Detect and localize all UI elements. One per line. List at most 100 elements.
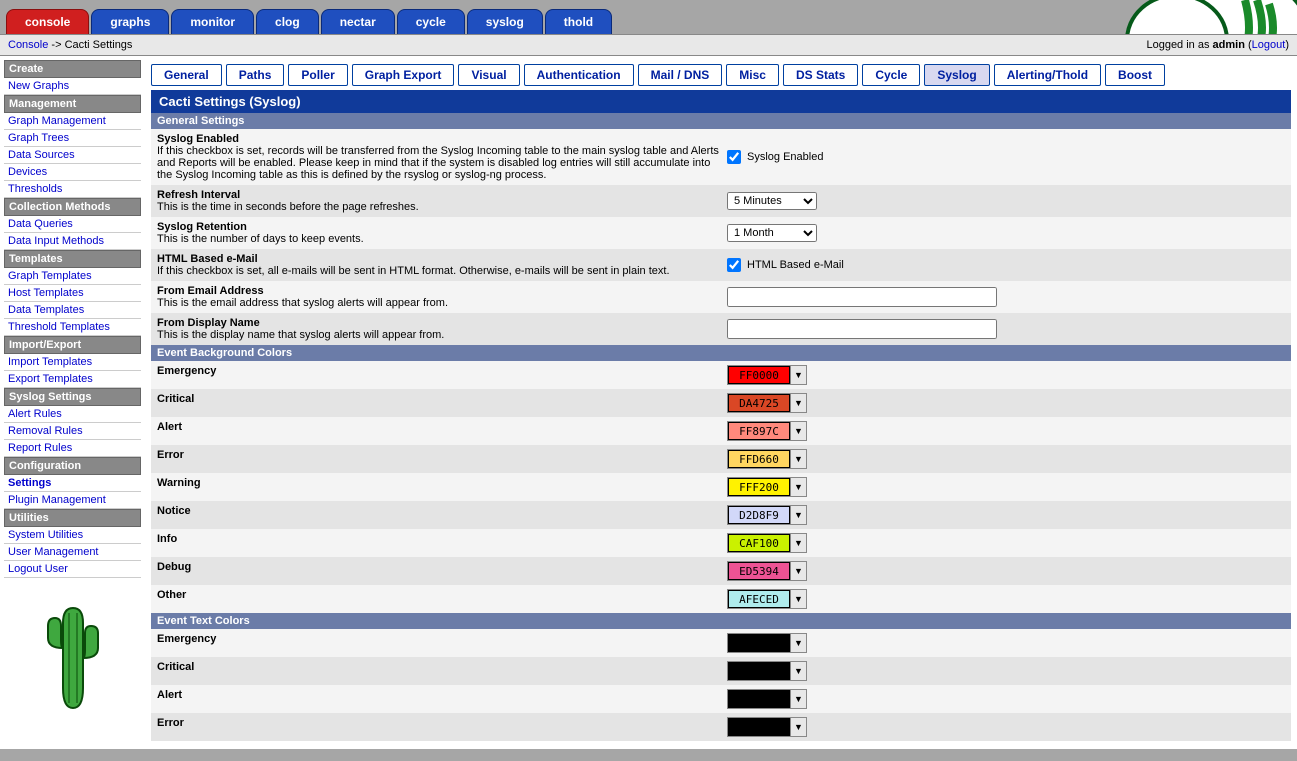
sidebar-link-user-management[interactable]: User Management bbox=[4, 544, 141, 561]
sidebar-link-data-queries[interactable]: Data Queries bbox=[4, 216, 141, 233]
sidebar-link-devices[interactable]: Devices bbox=[4, 164, 141, 181]
txtcolor-select-alert[interactable]: ▼ bbox=[727, 689, 807, 709]
txtcolor-select-error[interactable]: ▼ bbox=[727, 717, 807, 737]
sidebar-link-data-templates[interactable]: Data Templates bbox=[4, 302, 141, 319]
row-html-email: HTML Based e-MailIf this checkbox is set… bbox=[151, 249, 1291, 281]
sidebar-link-export-templates[interactable]: Export Templates bbox=[4, 371, 141, 388]
chevron-down-icon[interactable]: ▼ bbox=[790, 366, 806, 384]
chevron-down-icon[interactable]: ▼ bbox=[790, 422, 806, 440]
sub-tab-mail-dns[interactable]: Mail / DNS bbox=[638, 64, 723, 86]
cactus-logo bbox=[4, 598, 141, 721]
logout-link[interactable]: Logout bbox=[1252, 39, 1286, 51]
panel-title: Cacti Settings (Syslog) bbox=[151, 90, 1291, 113]
top-tab-nectar[interactable]: nectar bbox=[321, 9, 395, 34]
bgcolor-select-other[interactable]: AFECED▼ bbox=[727, 589, 807, 609]
sidebar-link-data-input-methods[interactable]: Data Input Methods bbox=[4, 233, 141, 250]
bgcolor-row-critical: CriticalDA4725▼ bbox=[151, 389, 1291, 417]
refresh-interval-select[interactable]: 5 Minutes bbox=[727, 192, 817, 210]
txtcolor-select-emergency[interactable]: ▼ bbox=[727, 633, 807, 653]
top-tab-clog[interactable]: clog bbox=[256, 9, 319, 34]
sidebar-link-graph-management[interactable]: Graph Management bbox=[4, 113, 141, 130]
chevron-down-icon[interactable]: ▼ bbox=[790, 690, 806, 708]
txtcolor-select-critical[interactable]: ▼ bbox=[727, 661, 807, 681]
sidebar-head-create: Create bbox=[4, 60, 141, 78]
sidebar-head-collection-methods: Collection Methods bbox=[4, 198, 141, 216]
sub-tab-ds-stats[interactable]: DS Stats bbox=[783, 64, 858, 86]
row-syslog-enabled: Syslog EnabledIf this checkbox is set, r… bbox=[151, 129, 1291, 185]
bgcolor-row-notice: NoticeD2D8F9▼ bbox=[151, 501, 1291, 529]
sub-tab-syslog[interactable]: Syslog bbox=[924, 64, 989, 86]
sidebar-link-logout-user[interactable]: Logout User bbox=[4, 561, 141, 578]
main-content: GeneralPathsPollerGraph ExportVisualAuth… bbox=[145, 56, 1297, 749]
sub-tab-authentication[interactable]: Authentication bbox=[524, 64, 634, 86]
sidebar-link-import-templates[interactable]: Import Templates bbox=[4, 354, 141, 371]
chevron-down-icon[interactable]: ▼ bbox=[790, 394, 806, 412]
bgcolor-row-emergency: EmergencyFF0000▼ bbox=[151, 361, 1291, 389]
chevron-down-icon[interactable]: ▼ bbox=[790, 478, 806, 496]
top-tab-cycle[interactable]: cycle bbox=[397, 9, 465, 34]
bgcolor-row-info: InfoCAF100▼ bbox=[151, 529, 1291, 557]
chevron-down-icon[interactable]: ▼ bbox=[790, 562, 806, 580]
sidebar-link-new-graphs[interactable]: New Graphs bbox=[4, 78, 141, 95]
sub-tab-graph-export[interactable]: Graph Export bbox=[352, 64, 455, 86]
chevron-down-icon[interactable]: ▼ bbox=[790, 718, 806, 736]
sidebar-link-removal-rules[interactable]: Removal Rules bbox=[4, 423, 141, 440]
chevron-down-icon[interactable]: ▼ bbox=[790, 534, 806, 552]
chevron-down-icon[interactable]: ▼ bbox=[790, 662, 806, 680]
sidebar-link-system-utilities[interactable]: System Utilities bbox=[4, 527, 141, 544]
top-tab-graphs[interactable]: graphs bbox=[91, 9, 169, 34]
breadcrumb-root[interactable]: Console bbox=[8, 39, 48, 51]
top-tab-console[interactable]: console bbox=[6, 9, 89, 34]
from-name-input[interactable] bbox=[727, 319, 997, 339]
sidebar-link-plugin-management[interactable]: Plugin Management bbox=[4, 492, 141, 509]
html-email-checkbox[interactable] bbox=[727, 258, 741, 272]
sidebar: CreateNew GraphsManagementGraph Manageme… bbox=[0, 56, 145, 749]
top-tab-syslog[interactable]: syslog bbox=[467, 9, 543, 34]
sub-tab-visual[interactable]: Visual bbox=[458, 64, 519, 86]
bgcolor-select-debug[interactable]: ED5394▼ bbox=[727, 561, 807, 581]
syslog-retention-select[interactable]: 1 Month bbox=[727, 224, 817, 242]
bgcolor-select-info[interactable]: CAF100▼ bbox=[727, 533, 807, 553]
sidebar-link-alert-rules[interactable]: Alert Rules bbox=[4, 406, 141, 423]
sidebar-link-host-templates[interactable]: Host Templates bbox=[4, 285, 141, 302]
breadcrumb-bar: Console -> Cacti Settings Logged in as a… bbox=[0, 34, 1297, 56]
chevron-down-icon[interactable]: ▼ bbox=[790, 634, 806, 652]
bgcolor-select-error[interactable]: FFD660▼ bbox=[727, 449, 807, 469]
txtcolor-row-error: Error▼ bbox=[151, 713, 1291, 741]
sub-tab-poller[interactable]: Poller bbox=[288, 64, 347, 86]
chevron-down-icon[interactable]: ▼ bbox=[790, 450, 806, 468]
sidebar-head-management: Management bbox=[4, 95, 141, 113]
sub-tab-misc[interactable]: Misc bbox=[726, 64, 779, 86]
sub-tab-paths[interactable]: Paths bbox=[226, 64, 285, 86]
sub-tab-general[interactable]: General bbox=[151, 64, 222, 86]
bgcolor-select-emergency[interactable]: FF0000▼ bbox=[727, 365, 807, 385]
bgcolor-row-other: OtherAFECED▼ bbox=[151, 585, 1291, 613]
bgcolor-select-critical[interactable]: DA4725▼ bbox=[727, 393, 807, 413]
sub-tab-alerting-thold[interactable]: Alerting/Thold bbox=[994, 64, 1101, 86]
login-user: admin bbox=[1213, 39, 1245, 51]
sub-tab-boost[interactable]: Boost bbox=[1105, 64, 1165, 86]
top-tab-thold[interactable]: thold bbox=[545, 9, 612, 34]
sidebar-head-utilities: Utilities bbox=[4, 509, 141, 527]
sidebar-link-report-rules[interactable]: Report Rules bbox=[4, 440, 141, 457]
sidebar-head-templates: Templates bbox=[4, 250, 141, 268]
sidebar-link-threshold-templates[interactable]: Threshold Templates bbox=[4, 319, 141, 336]
bgcolor-select-warning[interactable]: FFF200▼ bbox=[727, 477, 807, 497]
chevron-down-icon[interactable]: ▼ bbox=[790, 590, 806, 608]
syslog-enabled-checkbox[interactable] bbox=[727, 150, 741, 164]
bgcolor-select-notice[interactable]: D2D8F9▼ bbox=[727, 505, 807, 525]
sidebar-link-thresholds[interactable]: Thresholds bbox=[4, 181, 141, 198]
sidebar-link-data-sources[interactable]: Data Sources bbox=[4, 147, 141, 164]
sidebar-link-graph-trees[interactable]: Graph Trees bbox=[4, 130, 141, 147]
sidebar-link-graph-templates[interactable]: Graph Templates bbox=[4, 268, 141, 285]
chevron-down-icon[interactable]: ▼ bbox=[790, 506, 806, 524]
sub-tab-cycle[interactable]: Cycle bbox=[862, 64, 920, 86]
from-email-input[interactable] bbox=[727, 287, 997, 307]
sidebar-head-syslog-settings: Syslog Settings bbox=[4, 388, 141, 406]
txtcolor-row-alert: Alert▼ bbox=[151, 685, 1291, 713]
top-tab-monitor[interactable]: monitor bbox=[171, 9, 254, 34]
bgcolor-row-alert: AlertFF897C▼ bbox=[151, 417, 1291, 445]
settings-tabs: GeneralPathsPollerGraph ExportVisualAuth… bbox=[151, 64, 1291, 86]
bgcolor-select-alert[interactable]: FF897C▼ bbox=[727, 421, 807, 441]
sidebar-link-settings[interactable]: Settings bbox=[4, 475, 141, 492]
